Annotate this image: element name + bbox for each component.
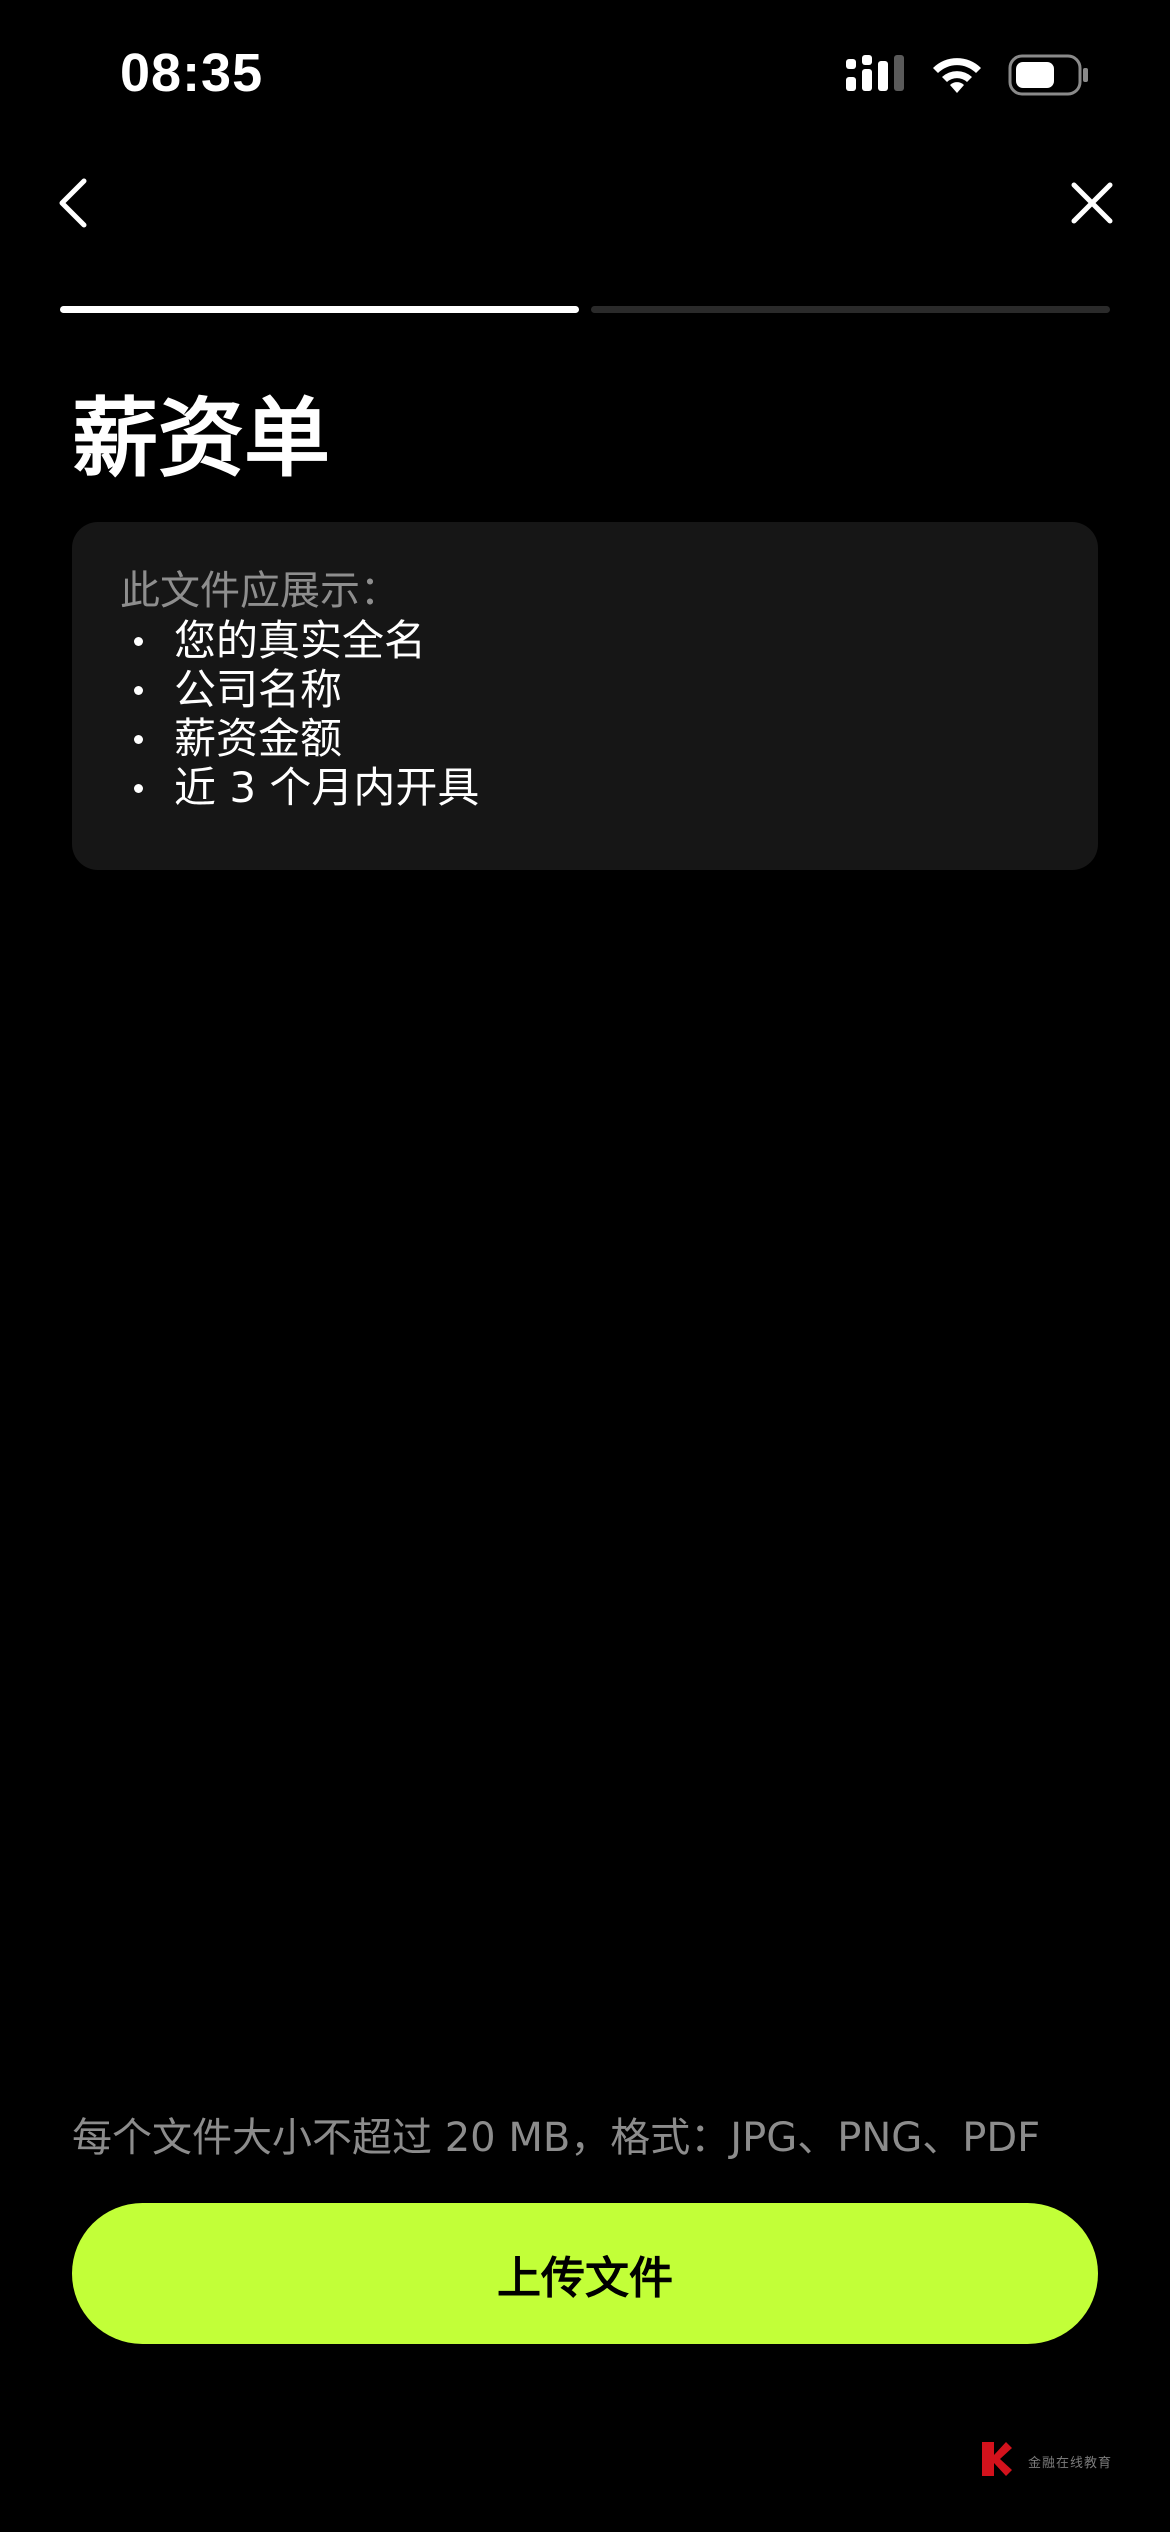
- requirement-item: 薪资金额: [120, 714, 1050, 763]
- status-icons: [846, 52, 1090, 102]
- requirements-card: 此文件应展示： 您的真实全名 公司名称 薪资金额 近 3 个月内开具: [72, 522, 1098, 870]
- requirement-item: 您的真实全名: [120, 616, 1050, 665]
- page-title: 薪资单: [72, 389, 330, 489]
- progress-step-2: [591, 306, 1110, 313]
- progress-step-1: [60, 306, 579, 313]
- close-button[interactable]: [1062, 175, 1122, 235]
- watermark-text: 金融在线教育: [1027, 2455, 1112, 2471]
- watermark: 金融在线教育: [980, 2440, 1112, 2482]
- file-size-hint: 每个文件大小不超过 20 MB，格式：JPG、PNG、PDF: [72, 2115, 1041, 2161]
- step-progress: [60, 306, 1110, 313]
- close-icon: [1070, 181, 1114, 229]
- wifi-icon: [930, 55, 984, 99]
- requirements-heading: 此文件应展示：: [120, 568, 400, 614]
- requirement-item: 公司名称: [120, 665, 1050, 714]
- cellular-signal-icon: [846, 55, 906, 99]
- back-button[interactable]: [48, 170, 98, 240]
- status-time: 08:35: [120, 43, 264, 103]
- upload-file-button[interactable]: 上传文件: [72, 2203, 1098, 2344]
- battery-icon: [1008, 54, 1090, 100]
- requirement-item: 近 3 个月内开具: [120, 763, 1050, 812]
- brand-logo-icon: [980, 2440, 1014, 2482]
- chevron-left-icon: [58, 177, 88, 233]
- requirements-list: 您的真实全名 公司名称 薪资金额 近 3 个月内开具: [120, 616, 1050, 812]
